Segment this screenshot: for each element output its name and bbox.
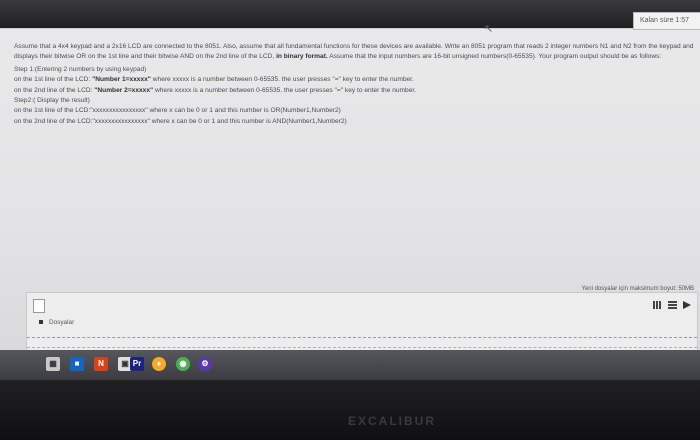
taskbar: ▦ ■ N ▣ Pr ● ◉ ⚙ [0, 350, 700, 380]
file-upload-panel[interactable]: Dosyalar [26, 292, 698, 356]
folder-item[interactable]: Dosyalar [39, 319, 74, 326]
header-divider [0, 28, 700, 29]
view-mode-buttons [653, 301, 691, 309]
mouse-cursor-icon: ↖ [484, 23, 494, 35]
drop-zone-border-lower [27, 347, 697, 348]
step1-heading: Step 1:(Entering 2 numbers by using keyp… [14, 65, 147, 73]
step2-heading: Step2:( Display the result) [14, 97, 90, 105]
step1-line2: on the 2nd line of the LCD: "Number 2=xx… [14, 86, 417, 94]
settings-icon[interactable]: ⚙ [198, 357, 212, 371]
monitor-brand-logo: EXCALIBUR [348, 414, 437, 428]
app-n-icon[interactable]: N [94, 357, 108, 371]
drop-zone-border [27, 337, 697, 338]
windows-explorer-icon[interactable]: ▦ [46, 357, 60, 371]
folder-icon [39, 320, 43, 325]
emphasis-binary-format: in binary format. [276, 53, 328, 61]
chrome-icon[interactable]: ◉ [176, 357, 190, 371]
tree-view-icon[interactable] [683, 301, 691, 309]
question-text: Assume that a 4x4 keypad and a 2x16 LCD … [14, 42, 694, 127]
grid-view-icon[interactable] [653, 301, 662, 309]
question-intro: Assume that a 4x4 keypad and a 2x16 LCD … [14, 43, 694, 61]
pr-icon[interactable]: Pr [130, 357, 144, 371]
step2-line2: on the 2nd line of the LCD:"xxxxxxxxxxxx… [14, 117, 347, 125]
list-view-icon[interactable] [668, 301, 677, 309]
monitor-bezel-top [0, 0, 700, 30]
monitor-bezel-bottom [0, 380, 700, 440]
step1-line1: on the 1st line of the LCD: "Number 1=xx… [14, 76, 414, 84]
add-file-icon[interactable] [33, 299, 45, 313]
time-remaining: Kalan süre 1:57 [633, 12, 700, 30]
step2-line1: on the 1st line of the LCD:"xxxxxxxxxxxx… [14, 107, 341, 115]
firefox-icon[interactable]: ● [152, 357, 166, 371]
app-icon[interactable]: ■ [70, 357, 84, 371]
